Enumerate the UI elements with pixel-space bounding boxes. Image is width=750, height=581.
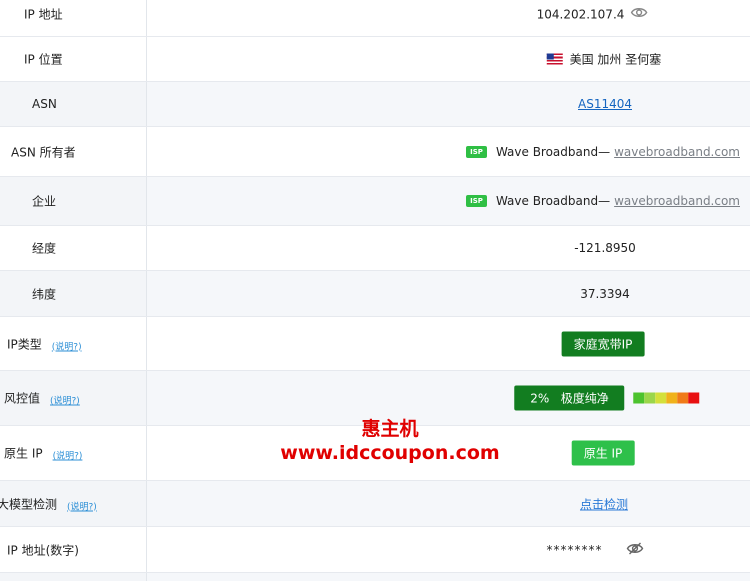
llm-check-label-group: 大模型检测 (说明?) <box>0 495 97 512</box>
risk-scale-segment <box>688 392 700 404</box>
row-value-cell: AS11404 <box>147 82 750 126</box>
asn-owner-name: Wave Broadband— <box>495 144 611 159</box>
risk-label: 风控值 <box>4 391 41 406</box>
ip-location-value-group: 美国 加州 圣何塞 <box>546 51 662 68</box>
row-value-cell <box>147 573 750 581</box>
row-label-cell: ASN <box>0 82 147 126</box>
isp-badge: ISP <box>466 145 487 158</box>
latitude-value: 37.3394 <box>580 286 630 301</box>
ip-numeric-value: ******** <box>546 542 603 557</box>
row-label-cell: ASN 所有者 <box>0 127 147 176</box>
eye-off-icon[interactable] <box>626 542 644 558</box>
row-llm-check: 大模型检测 (说明?) 点击检测 <box>0 481 750 527</box>
ip-address-value: 104.202.107.4 <box>536 7 625 21</box>
ip-type-help-link[interactable]: (说明?) <box>52 342 82 352</box>
row-latitude: 纬度 37.3394 <box>0 271 750 317</box>
llm-check-link[interactable]: 点击检测 <box>580 495 628 512</box>
row-value-cell: 点击检测 <box>147 481 750 526</box>
native-ip-badge: 原生 IP <box>571 440 635 466</box>
ip-type-label: IP类型 <box>7 337 42 351</box>
ip-address-value-group: 104.202.107.4 <box>537 7 648 22</box>
row-ip-address: IP 地址 104.202.107.4 <box>0 0 750 37</box>
risk-scale-segment <box>633 392 645 404</box>
llm-check-help-link[interactable]: (说明?) <box>67 502 97 512</box>
us-flag-icon <box>546 53 563 65</box>
asn-owner-label: ASN 所有者 <box>11 145 76 159</box>
ip-numeric-label: IP 地址(数字) <box>7 543 79 557</box>
company-domain-link[interactable]: wavebroadband.com <box>614 194 740 208</box>
risk-scale-segment <box>677 392 689 404</box>
row-ip-numeric: IP 地址(数字) ******** <box>0 527 750 573</box>
row-value-cell: 37.3394 <box>147 271 750 316</box>
row-value-cell: ISP Wave Broadband— wavebroadband.com <box>147 127 750 176</box>
ip-numeric-value-group: ******** <box>547 542 644 558</box>
row-label-cell: 大模型检测 (说明?) <box>0 481 147 526</box>
row-longitude: 经度 -121.8950 <box>0 226 750 271</box>
company-value-group: ISP Wave Broadband— wavebroadband.com <box>466 194 740 208</box>
risk-scale-segment <box>655 392 667 404</box>
row-value-cell: -121.8950 <box>147 226 750 270</box>
ip-type-badge: 家庭宽带IP <box>561 331 645 356</box>
risk-value-group: 2% 极度纯净 <box>514 385 700 411</box>
row-value-cell: 美国 加州 圣何塞 <box>147 37 750 81</box>
row-company: 企业 ISP Wave Broadband— wavebroadband.com <box>0 177 750 226</box>
asn-owner-value-group: ISP Wave Broadband— wavebroadband.com <box>466 145 740 159</box>
row-value-cell: ******** <box>147 527 750 572</box>
row-value-cell: 104.202.107.4 <box>147 0 750 36</box>
longitude-label: 经度 <box>32 241 57 256</box>
native-ip-help-link[interactable]: (说明?) <box>53 452 83 462</box>
ip-location-value: 美国 加州 圣何塞 <box>569 52 662 67</box>
row-ip-type: IP类型 (说明?) 家庭宽带IP <box>0 317 750 371</box>
row-label-cell: 经度 <box>0 226 147 270</box>
llm-check-label: 大模型检测 <box>0 497 58 511</box>
row-partial <box>0 573 750 581</box>
row-ip-location: IP 位置 美国 加州 圣何塞 <box>0 37 750 82</box>
risk-help-link[interactable]: (说明?) <box>50 397 80 407</box>
longitude-value: -121.8950 <box>574 241 636 255</box>
row-value-cell: ISP Wave Broadband— wavebroadband.com <box>147 177 750 225</box>
latitude-label: 纬度 <box>32 287 57 301</box>
row-asn: ASN AS11404 <box>0 82 750 127</box>
risk-label-group: 风控值 (说明?) <box>4 390 80 407</box>
ip-location-label: IP 位置 <box>24 52 63 67</box>
asn-label: ASN <box>32 97 57 111</box>
native-ip-label: 原生 IP <box>4 446 43 461</box>
asn-link[interactable]: AS11404 <box>578 97 632 111</box>
risk-score-badge: 2% 极度纯净 <box>514 385 625 411</box>
company-label: 企业 <box>32 194 57 209</box>
watermark-url: www.idccoupon.com <box>280 442 500 464</box>
row-label-cell: 风控值 (说明?) <box>0 371 147 425</box>
row-label-cell: 企业 <box>0 177 147 225</box>
risk-scale-segment <box>644 392 656 404</box>
row-label-cell: 纬度 <box>0 271 147 316</box>
isp-badge: ISP <box>466 195 487 207</box>
native-ip-label-group: 原生 IP (说明?) <box>4 445 82 462</box>
row-asn-owner: ASN 所有者 ISP Wave Broadband— wavebroadban… <box>0 127 750 177</box>
ip-type-label-group: IP类型 (说明?) <box>7 335 82 352</box>
eye-icon[interactable] <box>630 7 648 22</box>
company-name: Wave Broadband— <box>495 194 611 208</box>
row-value-cell: 2% 极度纯净 <box>147 371 750 425</box>
asn-owner-domain-link[interactable]: wavebroadband.com <box>614 145 740 159</box>
watermark-title: 惠主机 <box>361 418 419 440</box>
risk-scale-segment <box>666 392 678 404</box>
row-label-cell: IP 位置 <box>0 37 147 81</box>
row-label-cell <box>0 573 147 581</box>
ip-address-label: IP 地址 <box>24 7 63 22</box>
row-value-cell: 家庭宽带IP <box>147 317 750 370</box>
row-label-cell: IP类型 (说明?) <box>0 317 147 370</box>
row-label-cell: IP 地址 <box>0 0 147 36</box>
risk-scale-bar <box>633 392 700 404</box>
row-label-cell: 原生 IP (说明?) <box>0 426 147 480</box>
row-label-cell: IP 地址(数字) <box>0 527 147 572</box>
